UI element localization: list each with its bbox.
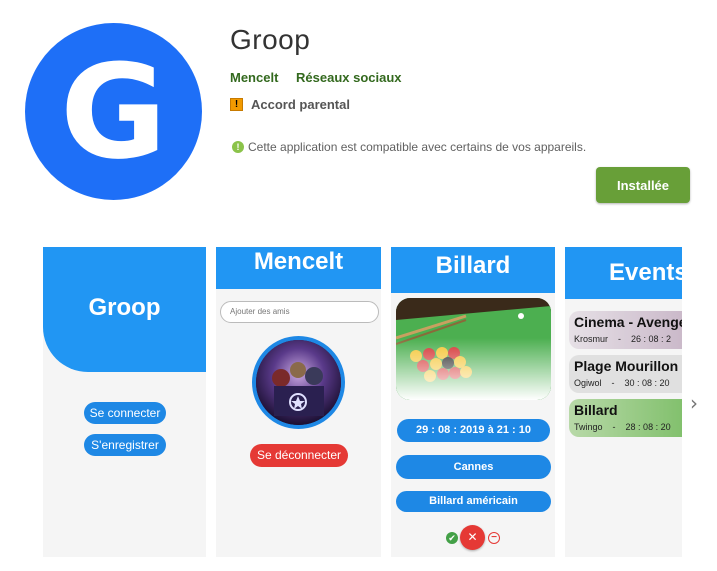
event-game-pill: Billard américain (396, 491, 551, 512)
check-icon: ✔ (446, 532, 458, 544)
event-organizer: Ogiwol (574, 378, 602, 388)
compatibility-notice: ! Cette application est compatible avec … (232, 140, 586, 154)
event-list-item: Plage Mourillon Ogiwol - 30 : 08 : 20 (569, 355, 682, 393)
login-button: Se connecter (84, 402, 166, 424)
events-header: Events (565, 247, 682, 299)
screenshot-events-list[interactable]: Events Cinema - Avengers Krosmur - 26 : … (565, 247, 682, 557)
developer-link[interactable]: Mencelt (230, 70, 278, 85)
content-rating: ! Accord parental (230, 97, 350, 112)
app-icon: G (25, 23, 202, 200)
event-meta: Ogiwol - 30 : 08 : 20 (574, 378, 670, 388)
event-meta: Krosmur - 26 : 08 : 2 (574, 334, 672, 344)
close-icon: ✕ (460, 525, 485, 550)
category-link[interactable]: Réseaux sociaux (296, 70, 402, 85)
event-meta: Twingo - 28 : 08 : 20 (574, 422, 671, 432)
event-organizer: Twingo (574, 422, 603, 432)
login-app-title: Groop (88, 294, 161, 321)
event-datetime-pill: 29 : 08 : 2019 à 21 : 10 (397, 419, 550, 442)
event-date: 28 : 08 : 20 (625, 422, 671, 432)
event-organizer: Krosmur (574, 334, 609, 344)
compatibility-text: Cette application est compatible avec ce… (248, 140, 587, 154)
logout-button: Se déconnecter (250, 444, 348, 467)
event-date: 30 : 08 : 20 (624, 378, 670, 388)
event-date: 26 : 08 : 2 (631, 334, 672, 344)
screenshot-login[interactable]: Groop Se connecter S'enregistrer (43, 247, 206, 557)
screenshot-profile[interactable]: Mencelt Ajouter des amis Se déconnecter (216, 247, 381, 557)
profile-avatar (252, 336, 345, 429)
event-list-item: Billard Twingo - 28 : 08 : 20 (569, 399, 682, 437)
event-location-pill: Cannes (396, 455, 551, 479)
installed-button[interactable]: Installée (596, 167, 690, 203)
chevron-right-icon[interactable]: › (690, 391, 698, 415)
register-button: S'enregistrer (84, 434, 166, 456)
screenshot-event-detail[interactable]: Billard 29: 08: 2019 à 21: 10 Cannes … (391, 247, 555, 557)
add-friends-input: Ajouter des amis (220, 301, 379, 323)
event-list-item: Cinema - Avengers Krosmur - 26 : 08 : 2 (569, 311, 682, 349)
event-detail-header: Billard (391, 247, 555, 293)
info-icon: ! (232, 141, 244, 153)
parental-rating-icon: ! (230, 98, 243, 111)
minus-circle-icon: − (488, 532, 500, 544)
developer-row: Mencelt Réseaux sociaux (230, 70, 416, 85)
profile-header: Mencelt (216, 247, 381, 289)
app-title: Groop (230, 24, 311, 55)
content-rating-label: Accord parental (251, 97, 350, 112)
billiard-photo (396, 298, 551, 400)
event-name: Billard (574, 402, 618, 418)
event-name: Plage Mourillon (574, 358, 679, 374)
event-name: Cinema - Avengers (574, 314, 682, 330)
